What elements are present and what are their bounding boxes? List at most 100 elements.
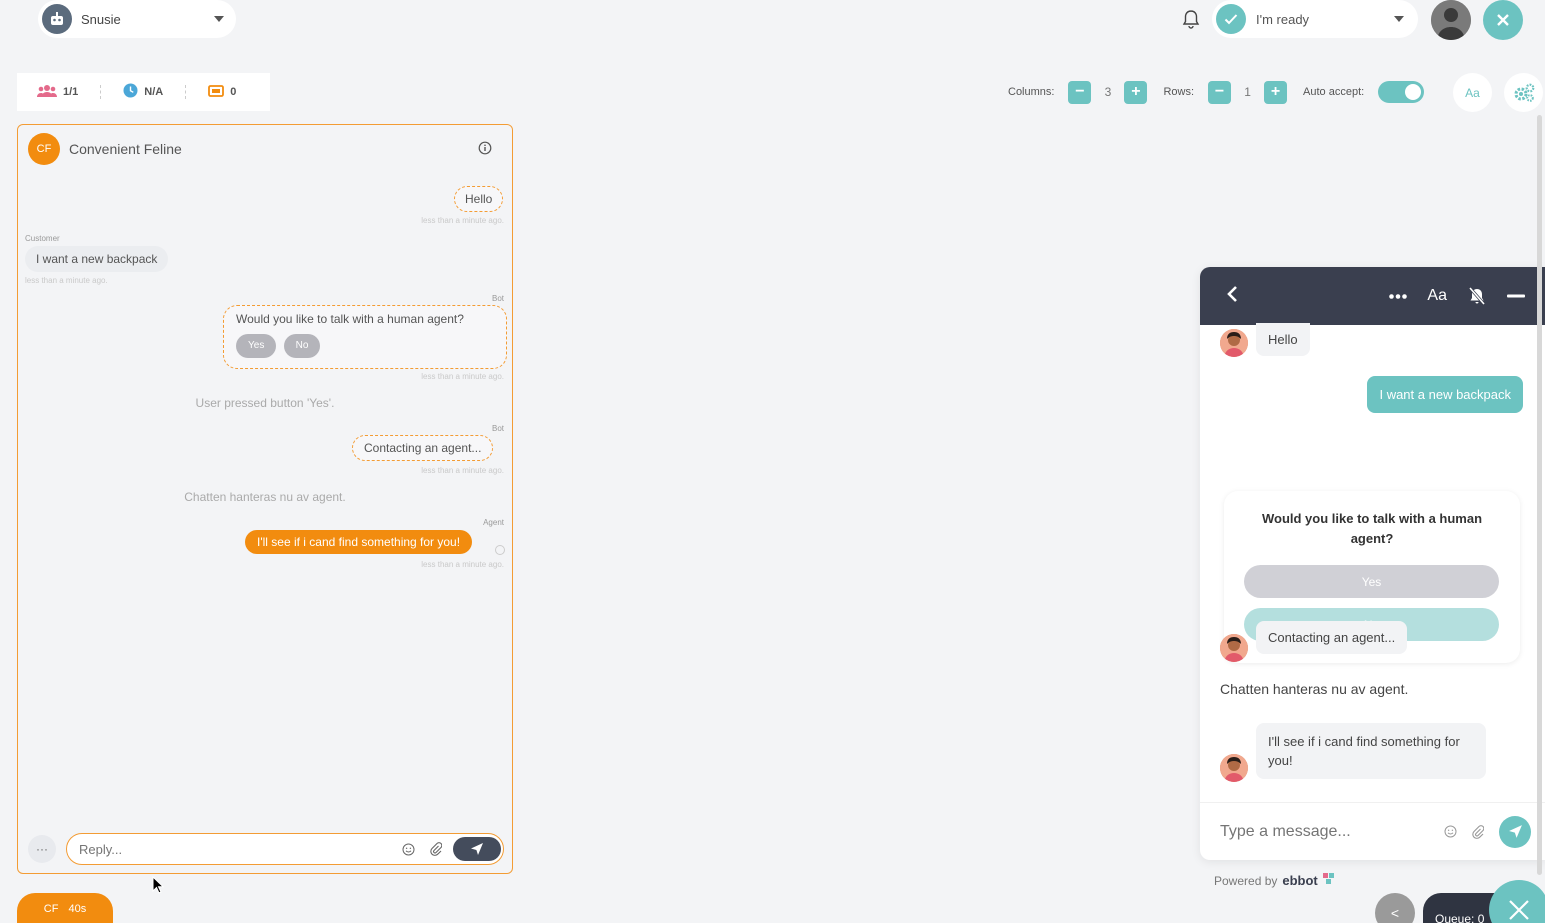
chevron-down-icon [1394,16,1404,22]
widget-input-bar [1200,802,1545,860]
paperclip-icon[interactable] [1467,821,1489,843]
powered-by-label: Powered by [1214,873,1278,888]
user-message: I want a new backpack [1367,376,1523,413]
bot-question-message: Would you like to talk with a human agen… [223,305,507,369]
yes-quick-reply: Yes [236,334,277,358]
settings-button[interactable] [1504,73,1543,112]
bot-name: Snusie [81,11,121,27]
rows-label: Rows: [1163,86,1195,98]
bot-question-text: Would you like to talk with a human agen… [236,312,464,326]
chat-title: Convenient Feline [69,141,182,157]
scrollbar[interactable] [1537,115,1542,875]
pending-indicator-icon [495,545,505,555]
rows-increase-button[interactable]: + [1264,80,1288,104]
font-size-button[interactable]: Aa [1427,287,1447,305]
font-size-button[interactable]: Aa [1453,73,1492,112]
columns-decrease-button[interactable]: − [1068,80,1092,104]
columns-increase-button[interactable]: + [1124,80,1148,104]
chat-tab[interactable]: CF 40s [17,893,113,923]
stat-wait-time: N/A [123,83,163,101]
message-author: Customer [25,234,60,243]
more-options-button[interactable]: ··· [28,835,56,863]
send-button[interactable] [453,837,501,861]
chat-card: CF Convenient Feline Hello less than a m… [17,124,513,874]
status-label: I'm ready [1256,11,1310,27]
agent-message: I'll see if i cand find something for yo… [1256,723,1486,779]
message-input[interactable] [1220,822,1433,841]
users-icon [37,84,57,101]
mouse-cursor-icon [152,875,165,899]
rows-decrease-button[interactable]: − [1208,80,1232,104]
chat-widget-preview: Aa Hello I want a new backpack Would you… [1200,267,1545,860]
message-timestamp: less than a minute ago. [421,560,504,569]
tickets-count: 0 [230,86,237,98]
ticket-icon [208,84,225,100]
columns-value: 3 [1104,85,1112,99]
auto-accept-label: Auto accept: [1303,86,1365,98]
bot-contacting-message: Contacting an agent... [352,435,494,461]
status-selector[interactable]: I'm ready [1212,0,1418,38]
message-author: Bot [491,294,504,303]
no-quick-reply: No [283,334,321,358]
bot-avatar [1220,754,1248,782]
customer-avatar: CF [28,133,60,165]
info-icon[interactable] [478,141,494,157]
system-note: Chatten hanteras nu av agent. [184,490,346,504]
check-icon [1216,4,1246,34]
message-timestamp: less than a minute ago. [421,216,504,225]
columns-label: Columns: [1008,86,1055,98]
stat-tickets: 0 [208,84,237,100]
rows-stepper: − 1 + [1208,80,1288,104]
bot-avatar [1220,329,1248,357]
bot-avatar [1220,634,1248,662]
close-icon [1497,14,1509,26]
previous-button[interactable]: < [1375,893,1415,923]
back-icon[interactable] [1226,285,1238,308]
send-icon [1508,825,1522,838]
widget-messages: Hello I want a new backpack Would you li… [1200,323,1545,802]
reply-input[interactable] [79,841,391,857]
stats-bar: 1/1 N/A 0 [17,73,270,111]
columns-stepper: − 3 + [1068,80,1148,104]
brand-logo-icon [1322,873,1335,888]
clock-icon [123,83,138,101]
system-note: User pressed button 'Yes'. [195,396,335,410]
powered-by: Powered by ebbot [1214,873,1335,888]
customer-message: I want a new backpack [25,246,169,272]
chat-tab-time: 40s [68,903,87,915]
bell-icon[interactable] [1180,8,1202,30]
rows-value: 1 [1244,85,1251,99]
brand-logo: ebbot [1282,873,1318,888]
mute-bell-icon[interactable] [1467,286,1487,306]
close-icon [1509,900,1529,920]
yes-button[interactable]: Yes [1244,565,1499,598]
widget-toggle-button[interactable] [1489,880,1545,923]
bot-selector[interactable]: Snusie [38,0,236,38]
paperclip-icon[interactable] [425,838,447,860]
minimize-icon[interactable] [1507,294,1525,298]
bot-contacting-message: Contacting an agent... [1256,621,1408,654]
message-timestamp: less than a minute ago. [25,276,108,285]
message-timestamp: less than a minute ago. [421,372,504,381]
user-avatar[interactable] [1431,0,1471,40]
close-button[interactable] [1483,0,1523,40]
emoji-icon[interactable] [1439,821,1461,843]
bot-message-hello: Hello [454,186,504,212]
stat-agents: 1/1 [37,84,78,101]
send-icon [471,843,483,855]
widget-header: Aa [1200,267,1545,325]
agent-message: I'll see if i cand find something for yo… [245,530,473,554]
bot-message-hello: Hello [1256,323,1310,356]
message-author: Agent [483,518,504,527]
more-icon[interactable] [1389,293,1408,299]
message-author: Bot [491,424,504,433]
reply-field [66,833,504,865]
send-button[interactable] [1499,815,1531,848]
reply-bar: ··· [28,833,504,865]
chevron-down-icon [214,16,224,22]
bot-question-text: Would you like to talk with a human agen… [1261,511,1483,546]
auto-accept-toggle[interactable] [1378,81,1425,103]
chat-header: CF Convenient Feline [18,125,512,173]
bot-icon [42,4,72,34]
emoji-icon[interactable] [397,838,419,860]
